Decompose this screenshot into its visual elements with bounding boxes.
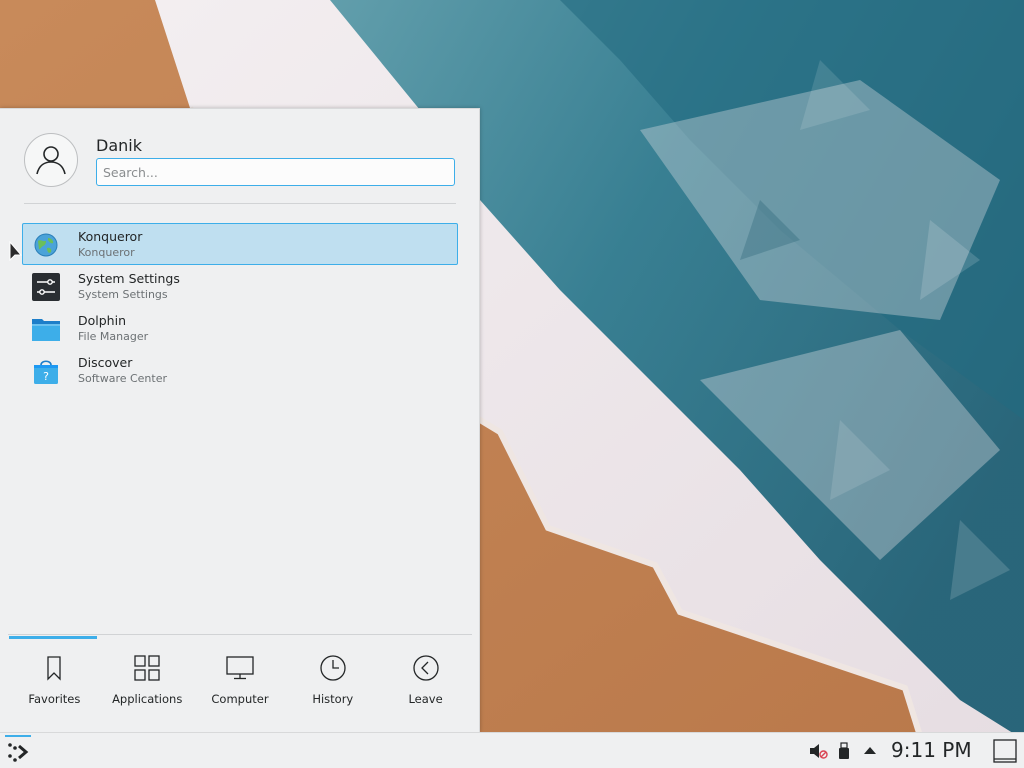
favorite-title: System Settings bbox=[78, 271, 180, 286]
tab-history[interactable]: History bbox=[286, 644, 379, 714]
usb-device-icon[interactable] bbox=[838, 742, 850, 760]
favorite-item-dolphin[interactable]: Dolphin File Manager bbox=[22, 307, 458, 349]
bookmark-icon bbox=[47, 656, 62, 681]
tab-favorites[interactable]: Favorites bbox=[8, 644, 101, 714]
tab-label: Favorites bbox=[28, 692, 81, 706]
monitor-icon bbox=[226, 656, 254, 680]
taskbar-panel: 9:11 PM bbox=[0, 732, 1024, 768]
favorites-list: Konqueror Konqueror System Settings Syst… bbox=[22, 223, 458, 391]
favorite-subtitle: Software Center bbox=[78, 372, 168, 385]
launcher-tabs: Favorites Applications Computer History … bbox=[8, 644, 472, 714]
search-input[interactable] bbox=[96, 158, 455, 186]
favorite-item-system-settings[interactable]: System Settings System Settings bbox=[22, 265, 458, 307]
tab-computer[interactable]: Computer bbox=[194, 644, 287, 714]
application-launcher: Danik Konqueror Konqueror System Settin bbox=[0, 108, 480, 732]
favorite-item-konqueror[interactable]: Konqueror Konqueror bbox=[22, 223, 458, 265]
application-launcher-button[interactable] bbox=[4, 735, 34, 767]
show-desktop-icon bbox=[993, 739, 1017, 763]
favorite-title: Konqueror bbox=[78, 229, 143, 244]
favorite-title: Discover bbox=[78, 355, 133, 370]
back-arrow-icon bbox=[412, 655, 439, 681]
clock-icon bbox=[320, 655, 346, 681]
folder-icon bbox=[32, 319, 60, 341]
user-avatar[interactable] bbox=[24, 133, 78, 187]
grid-icon bbox=[134, 655, 160, 681]
svg-text:?: ? bbox=[43, 370, 49, 383]
favorite-subtitle: File Manager bbox=[78, 330, 149, 343]
favorite-subtitle: System Settings bbox=[78, 288, 168, 301]
konqueror-globe-icon bbox=[34, 233, 58, 257]
tab-label: Applications bbox=[112, 692, 183, 706]
header-separator bbox=[24, 203, 456, 204]
favorite-item-discover[interactable]: ? Discover Software Center bbox=[22, 349, 458, 391]
digital-clock[interactable]: 9:11 PM bbox=[891, 738, 972, 762]
tab-applications[interactable]: Applications bbox=[101, 644, 194, 714]
active-tab-indicator bbox=[9, 636, 97, 639]
tab-label: History bbox=[312, 692, 354, 706]
kde-launcher-icon bbox=[8, 743, 29, 762]
user-icon bbox=[36, 146, 66, 175]
tab-leave[interactable]: Leave bbox=[379, 644, 472, 714]
system-settings-icon bbox=[32, 273, 60, 301]
tab-label: Computer bbox=[211, 692, 269, 706]
favorite-title: Dolphin bbox=[78, 313, 126, 328]
show-desktop-button[interactable] bbox=[993, 739, 1017, 763]
tabs-separator bbox=[8, 634, 472, 635]
tab-label: Leave bbox=[408, 692, 443, 706]
user-name: Danik bbox=[96, 136, 142, 155]
favorite-subtitle: Konqueror bbox=[78, 246, 135, 259]
mouse-cursor-icon bbox=[9, 241, 23, 262]
software-center-bag-icon: ? bbox=[34, 360, 58, 384]
expand-tray-arrow-icon[interactable] bbox=[864, 746, 876, 754]
volume-muted-icon[interactable] bbox=[808, 742, 828, 760]
